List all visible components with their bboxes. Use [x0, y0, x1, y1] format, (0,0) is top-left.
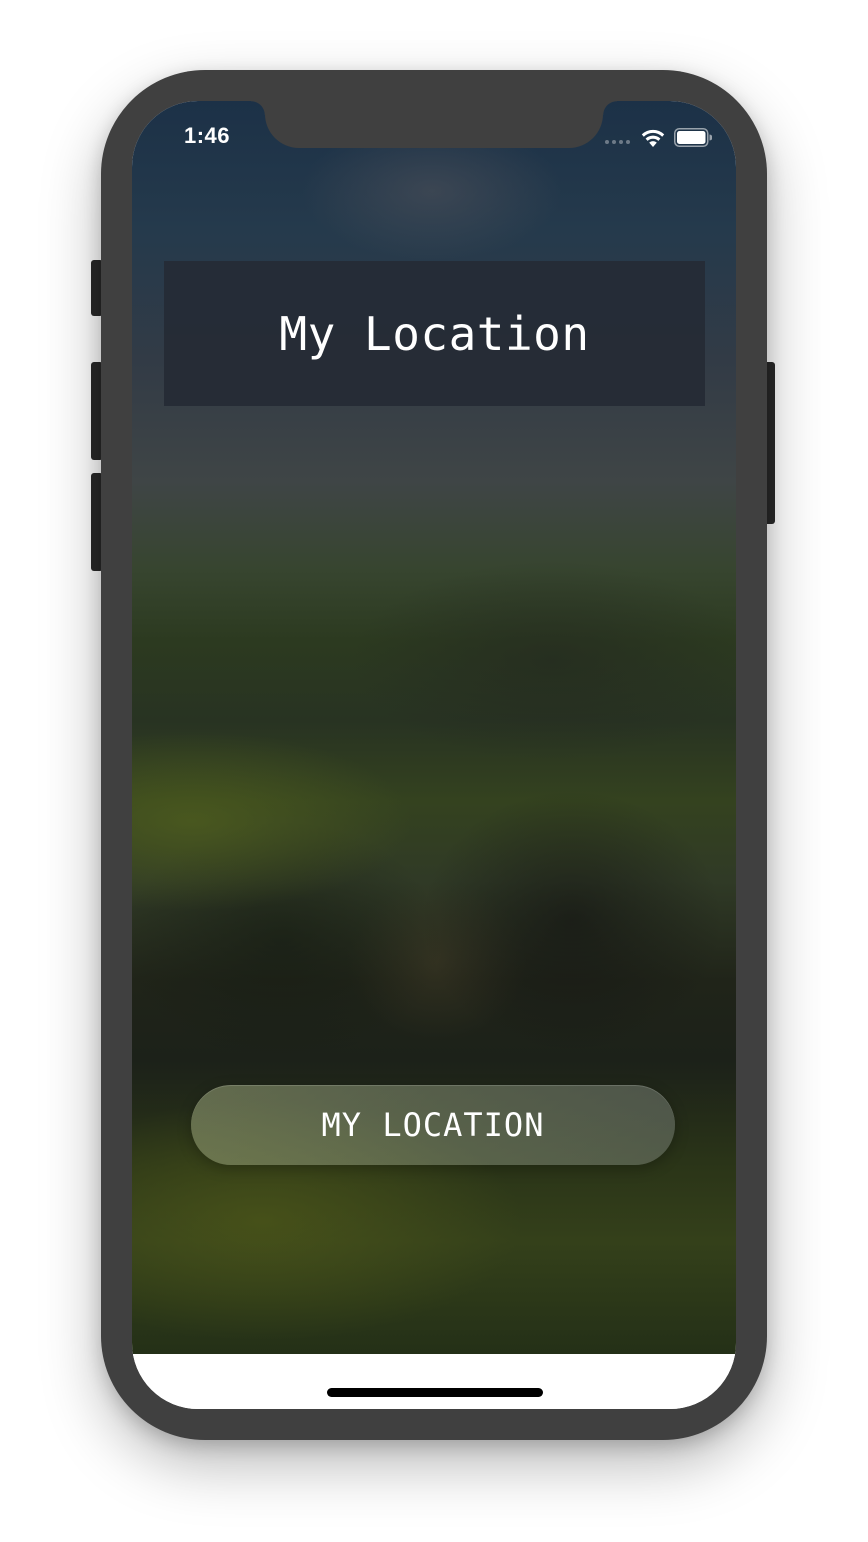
my-location-button-label: MY LOCATION	[321, 1106, 545, 1144]
home-indicator[interactable]	[327, 1388, 543, 1397]
status-time: 1:46	[184, 123, 231, 148]
cellular-signal-icon	[605, 140, 630, 144]
page-title: My Location	[279, 306, 590, 361]
title-banner: My Location	[164, 261, 705, 406]
simulator-stage: 1:46 My Location MY LOCATION	[0, 0, 868, 1542]
battery-icon	[674, 128, 712, 147]
home-indicator-area	[132, 1354, 736, 1409]
device-screen: 1:46 My Location MY LOCATION	[132, 101, 736, 1409]
my-location-button[interactable]: MY LOCATION	[191, 1085, 675, 1165]
wifi-icon	[641, 129, 665, 147]
notch	[251, 101, 617, 148]
